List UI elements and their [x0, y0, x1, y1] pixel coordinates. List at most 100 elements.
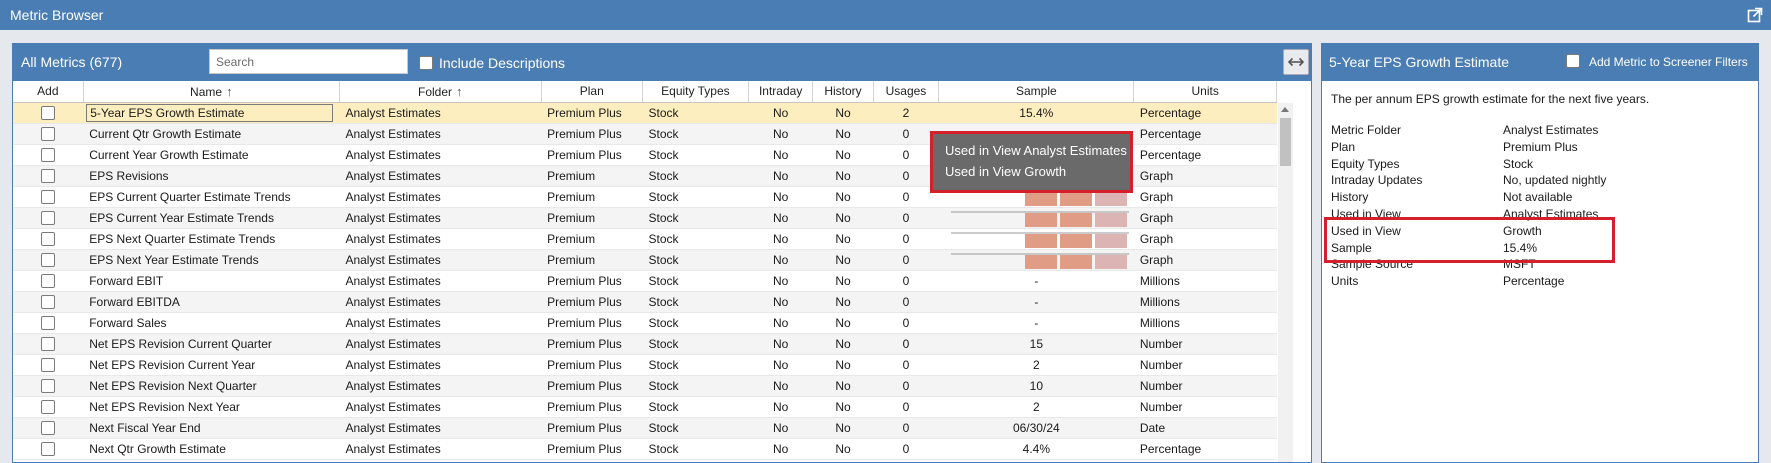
add-checkbox[interactable] — [41, 189, 56, 204]
equity-types-cell: Stock — [642, 354, 749, 376]
add-checkbox[interactable] — [41, 210, 56, 225]
history-cell: No — [812, 144, 874, 166]
scrollbar-thumb[interactable] — [1280, 118, 1291, 166]
units-cell: Graph — [1133, 249, 1277, 271]
property-value: Stock — [1503, 156, 1534, 171]
table-row[interactable]: Next Fiscal Year End Analyst Estimates Pre… — [13, 417, 1277, 439]
usages-cell: 0 — [873, 165, 939, 187]
col-usages[interactable]: Usages — [873, 81, 940, 103]
metric-name: Next Fiscal Year End — [89, 420, 201, 435]
add-checkbox[interactable] — [41, 147, 56, 162]
sort-up-arrow-icon: ↑ — [456, 83, 463, 99]
name-cell: EPS Revisions — [83, 165, 340, 187]
popout-icon[interactable] — [1747, 7, 1763, 23]
scroll-up-arrow-icon[interactable] — [1281, 107, 1289, 112]
sample-cell: 06/30/24 — [938, 417, 1134, 439]
plan-cell: Premium Plus — [541, 144, 643, 166]
folder-cell: Analyst Estimates — [339, 333, 542, 355]
plan-cell: Premium — [541, 228, 643, 250]
add-checkbox[interactable] — [41, 441, 56, 456]
table-header: Add Name ↑ Folder ↑ Plan Equity Types Intr… — [13, 81, 1277, 103]
table-row[interactable]: EPS Current Year Estimate Trends Analyst … — [13, 207, 1277, 229]
sample-cell: 15 — [938, 333, 1134, 355]
folder-cell: Analyst Estimates — [339, 291, 542, 313]
add-checkbox[interactable] — [41, 357, 56, 372]
intraday-cell: No — [748, 375, 813, 397]
table-row[interactable]: EPS Next Quarter Estimate Trends Analyst … — [13, 228, 1277, 250]
plan-cell: Premium Plus — [541, 375, 643, 397]
col-units[interactable]: Units — [1133, 81, 1277, 103]
add-to-filters-checkbox[interactable] — [1566, 54, 1580, 69]
metrics-panel-header: All Metrics (677) Include Descriptions — [13, 44, 1311, 81]
add-checkbox[interactable] — [41, 273, 56, 288]
metric-name: Net EPS Revision Current Quarter — [89, 336, 272, 351]
add-checkbox[interactable] — [41, 252, 56, 267]
add-checkbox[interactable] — [41, 231, 56, 246]
history-cell: No — [812, 291, 874, 313]
add-checkbox[interactable] — [41, 315, 56, 330]
col-sample[interactable]: Sample — [938, 81, 1135, 103]
search-input[interactable] — [209, 49, 408, 74]
units-cell: Percentage — [1133, 144, 1277, 166]
include-descriptions-checkbox[interactable] — [419, 55, 433, 70]
usages-cell: 0 — [873, 438, 939, 460]
expand-panel-button[interactable] — [1283, 49, 1309, 75]
table-row[interactable]: Next Qtr Growth Estimate Analyst Estimate… — [13, 438, 1277, 460]
col-folder[interactable]: Folder ↑ — [339, 81, 542, 103]
sparkline-bar — [1095, 191, 1128, 206]
equity-types-cell: Stock — [642, 102, 749, 124]
property-value: Percentage — [1503, 274, 1565, 289]
table-row[interactable]: Net EPS Revision Next Quarter Analyst Est… — [13, 375, 1277, 397]
usages-cell: 0 — [873, 228, 939, 250]
vertical-scrollbar[interactable] — [1278, 103, 1293, 462]
table-row[interactable]: Forward EBIT Analyst Estimates Premium Plu… — [13, 270, 1277, 292]
sample-cell — [938, 249, 1134, 271]
usages-cell: 0 — [873, 417, 939, 439]
include-descriptions-label: Include Descriptions — [439, 55, 566, 71]
col-name[interactable]: Name ↑ — [83, 81, 340, 103]
table-row[interactable]: Net EPS Revision Next Year Analyst Estima… — [13, 396, 1277, 418]
metric-name: Net EPS Revision Next Quarter — [89, 378, 257, 393]
sample-cell: 2 — [938, 354, 1134, 376]
col-history[interactable]: History — [812, 81, 874, 103]
metric-name: 5-Year EPS Growth Estimate — [86, 103, 334, 122]
units-cell: Number — [1133, 396, 1277, 418]
add-cell — [13, 270, 84, 292]
include-descriptions-toggle[interactable]: Include Descriptions — [419, 55, 565, 71]
units-cell: Millions — [1133, 270, 1277, 292]
metric-name: Forward EBIT — [89, 273, 164, 288]
col-add[interactable]: Add — [13, 81, 84, 103]
add-checkbox[interactable] — [41, 168, 56, 183]
add-checkbox[interactable] — [41, 105, 56, 120]
table-row[interactable]: Net EPS Revision Current Year Analyst Est… — [13, 354, 1277, 376]
table-row[interactable]: 5-Year EPS Growth Estimate Analyst Estima… — [13, 102, 1277, 124]
plan-cell: Premium Plus — [541, 291, 643, 313]
property-key: Units — [1331, 274, 1359, 289]
table-row[interactable]: Forward Sales Analyst Estimates Premium Pl… — [13, 312, 1277, 334]
add-checkbox[interactable] — [41, 126, 56, 141]
folder-cell: Analyst Estimates — [339, 396, 542, 418]
add-checkbox[interactable] — [41, 294, 56, 309]
add-checkbox[interactable] — [41, 420, 56, 435]
col-equity-types[interactable]: Equity Types — [642, 81, 749, 103]
history-cell: No — [812, 228, 874, 250]
table-row[interactable]: Forward EBITDA Analyst Estimates Premium P… — [13, 291, 1277, 313]
table-row[interactable]: Net EPS Revision Current Quarter Analyst … — [13, 333, 1277, 355]
add-to-filters-toggle[interactable]: Add Metric to Screener Filters — [1566, 54, 1748, 69]
property-key: Intraday Updates — [1331, 173, 1423, 188]
col-intraday[interactable]: Intraday — [748, 81, 814, 103]
property-value: Analyst Estimates — [1503, 207, 1599, 221]
plan-cell: Premium Plus — [541, 312, 643, 334]
name-cell: EPS Current Year Estimate Trends — [83, 207, 340, 229]
add-checkbox[interactable] — [41, 399, 56, 414]
usages-cell: 2 — [873, 102, 939, 124]
table-row[interactable]: EPS Next Year Estimate Trends Analyst Est… — [13, 249, 1277, 271]
metric-name: Forward Sales — [89, 315, 167, 330]
tooltip-line: Used in View Growth — [945, 164, 1067, 179]
add-checkbox[interactable] — [41, 336, 56, 351]
sparkline-bar — [1095, 233, 1128, 248]
col-plan[interactable]: Plan — [541, 81, 643, 103]
equity-types-cell: Stock — [642, 291, 749, 313]
add-checkbox[interactable] — [41, 378, 56, 393]
add-cell — [13, 102, 84, 124]
